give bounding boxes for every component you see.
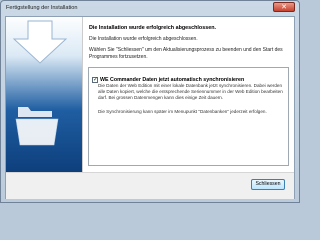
content-pane: Die Installation wurde erfolgreich abges… xyxy=(83,17,294,172)
installer-window: Fertigstellung der Installation ✕ Die In… xyxy=(0,0,300,203)
sync-checkbox-row[interactable]: ✓ WE Commander Daten jetzt automatisch sy… xyxy=(92,71,244,83)
sync-note: Die Synchronisierung kann später im Menu… xyxy=(98,109,267,114)
window-close-button[interactable]: ✕ xyxy=(273,2,295,12)
window-title: Fertigstellung der Installation xyxy=(6,5,78,11)
side-banner xyxy=(6,17,83,172)
close-icon: ✕ xyxy=(281,4,287,11)
sync-checkbox[interactable]: ✓ xyxy=(92,76,98,83)
banner-graphic xyxy=(12,20,68,146)
close-button[interactable]: Schliessen xyxy=(251,179,285,190)
status-text: Die Installation wurde erfolgreich abges… xyxy=(89,36,198,42)
sync-description: Die Daten der Web Edition mit einer loka… xyxy=(98,83,283,100)
button-bar: Schliessen xyxy=(6,172,294,199)
page-title: Die Installation wurde erfolgreich abges… xyxy=(89,25,217,31)
arrow-down-icon xyxy=(12,20,68,64)
folder-icon xyxy=(15,107,59,146)
instruction-text: Wählen Sie "Schliessen" um den Aktualisi… xyxy=(89,47,283,60)
title-bar: Fertigstellung der Installation ✕ xyxy=(1,1,299,15)
sync-option-group: ✓ WE Commander Daten jetzt automatisch sy… xyxy=(88,67,289,166)
dialog-client-area: Die Installation wurde erfolgreich abges… xyxy=(5,16,295,199)
sync-checkbox-label[interactable]: WE Commander Daten jetzt automatisch syn… xyxy=(100,77,244,83)
